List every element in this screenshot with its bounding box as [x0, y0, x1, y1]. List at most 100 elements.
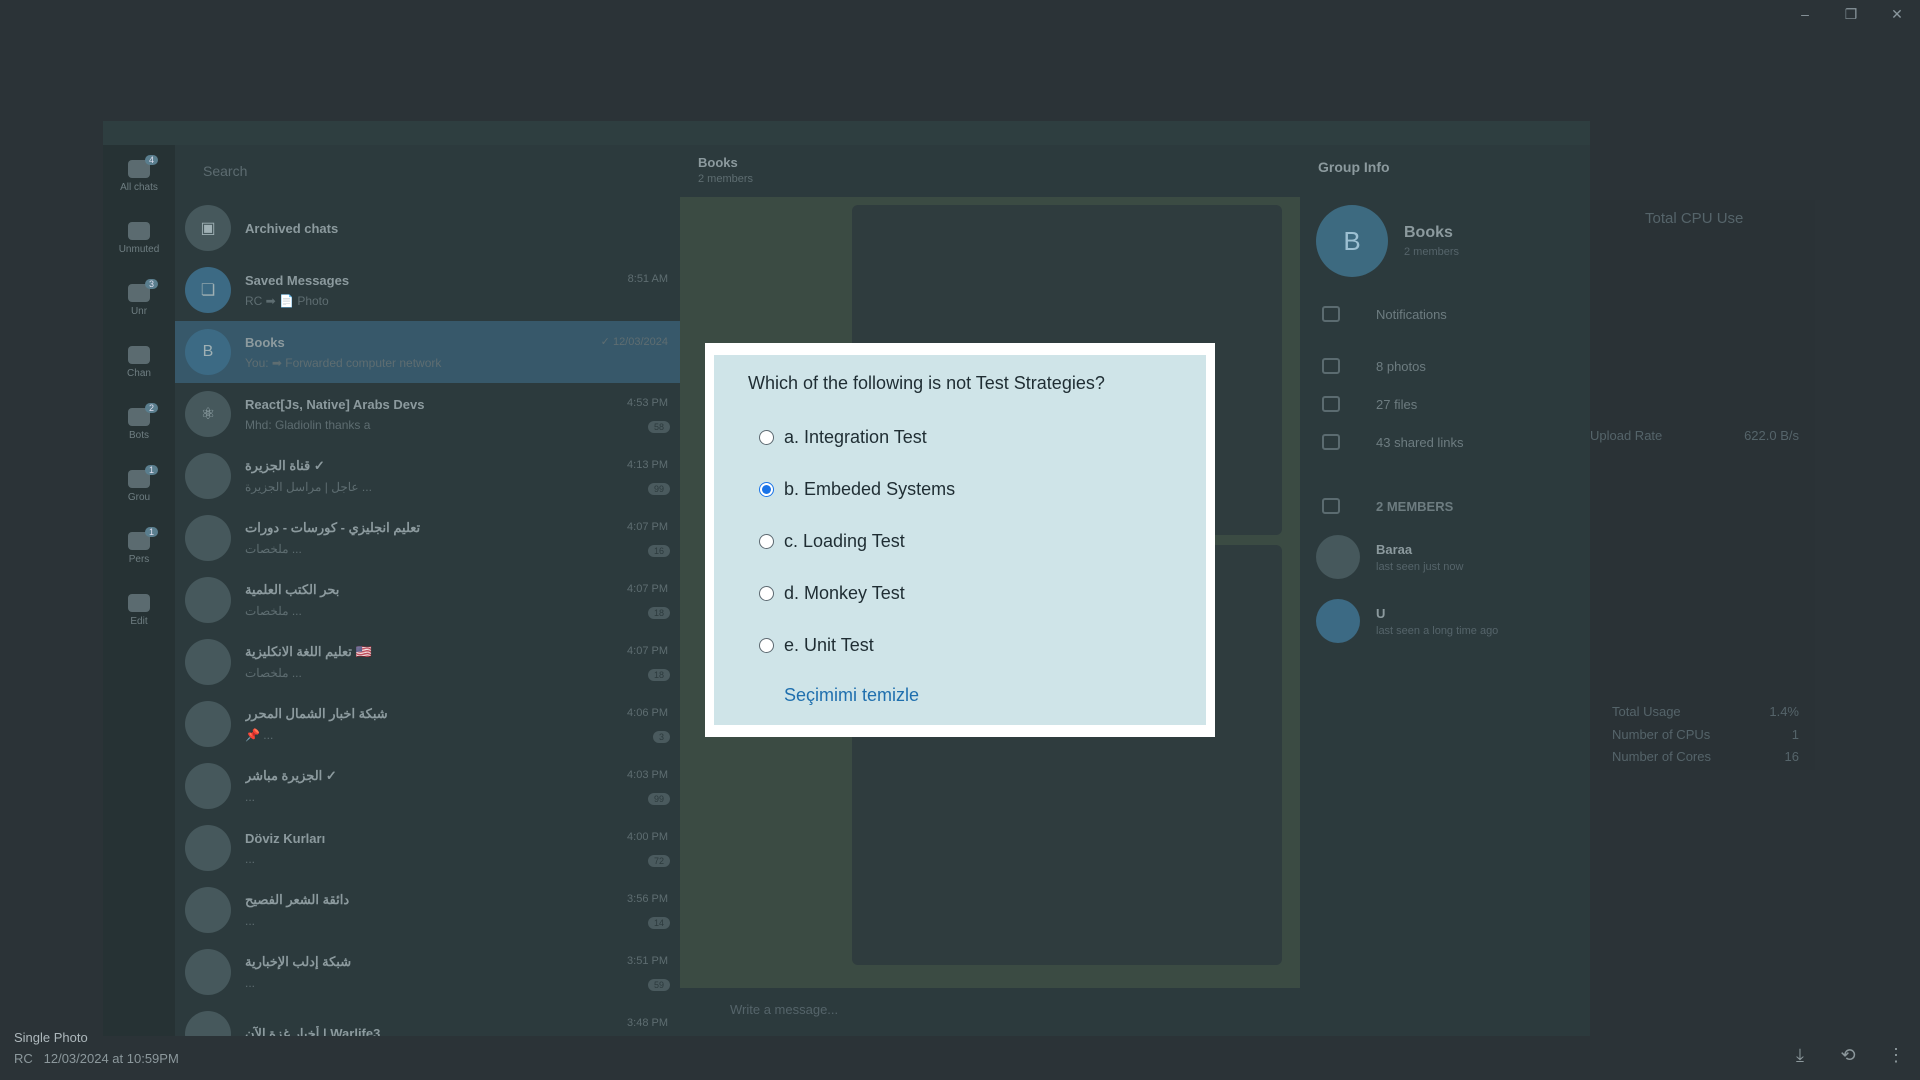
message-input[interactable]: Write a message... — [680, 988, 1300, 1036]
folder-label: Unr — [130, 305, 148, 317]
avatar — [185, 639, 231, 685]
folder-label: Grou — [127, 491, 151, 503]
viewer-meta: RC 12/03/2024 at 10:59PM — [14, 1051, 179, 1066]
tm-heading: Total CPU Use — [1645, 210, 1744, 227]
tm-cores-label: Number of Cores — [1612, 749, 1711, 764]
folder-label: Edit — [130, 615, 148, 627]
download-icon[interactable]: ⤓ — [1790, 1045, 1810, 1066]
avatar — [185, 453, 231, 499]
chat-preview: You: ➡ Forwarded computer network — [245, 355, 442, 370]
info-group-header: B Books 2 members — [1300, 187, 1590, 295]
radio-icon — [759, 637, 774, 653]
restore-icon[interactable]: ❐ — [1842, 6, 1860, 23]
chat-preview: RC ➡ 📄 Photo — [245, 293, 329, 308]
chat-time: 4:07 PM — [627, 645, 668, 657]
chat-item[interactable]: ⚛ React[Js, Native] Arabs Devs Mhd: Gladio… — [175, 383, 680, 445]
avatar — [185, 949, 231, 995]
photos-row[interactable]: 8 photos — [1300, 347, 1590, 385]
chat-item[interactable]: تعليم انجليزي - كورسات - دورات ملخصات ...… — [175, 507, 680, 569]
quiz-option-label: e. Unit Test — [784, 634, 874, 655]
chat-time: ✓ 12/03/2024 — [600, 336, 668, 348]
unread-badge: 14 — [647, 917, 670, 929]
folder-label: Unmuted — [118, 243, 160, 255]
avatar — [1316, 535, 1360, 579]
chat-item[interactable]: Döviz Kurları... 4:00 PM 72 — [175, 817, 680, 879]
close-icon[interactable]: ✕ — [1888, 6, 1906, 23]
chat-name: شبكة إدلب الإخبارية — [245, 954, 352, 969]
chat-item[interactable]: تعليم اللغة الانكليزية 🇺🇸 ملخصات ... 4:07 … — [175, 631, 680, 693]
members-header: 2 MEMBERS — [1300, 487, 1590, 525]
photo-icon — [1322, 358, 1340, 374]
member-item[interactable]: Ulast seen a long time ago — [1300, 589, 1590, 653]
quiz-option-b: b. Embeded Systems — [748, 463, 1172, 515]
edit-icon — [128, 593, 150, 612]
folder-bots[interactable]: 2 Bots — [103, 393, 175, 455]
file-icon — [1322, 396, 1340, 412]
quiz-screenshot: Which of the following is not Test Strat… — [714, 355, 1206, 725]
folder-badge: 4 — [145, 155, 159, 165]
chat-name: تعليم اللغة الانكليزية 🇺🇸 — [245, 644, 372, 659]
chat-time: 4:53 PM — [627, 397, 668, 409]
rotate-icon[interactable]: ⟲ — [1838, 1045, 1858, 1066]
chat-preview: ... — [245, 851, 256, 866]
folder-edit[interactable]: Edit — [103, 579, 175, 641]
files-row[interactable]: 27 files — [1300, 385, 1590, 423]
unread-badge: 3 — [652, 731, 670, 743]
chat-item[interactable]: دائقة الشعر الفصيح... 3:56 PM 14 — [175, 879, 680, 941]
files-label: 27 files — [1376, 396, 1418, 412]
clear-selection-link: Seçimimi temizle — [784, 685, 920, 705]
chat-name: تعليم انجليزي - كورسات - دورات — [245, 520, 421, 535]
chat-item[interactable]: الجزيرة مباشر ✓... 4:03 PM 99 — [175, 755, 680, 817]
avatar — [185, 515, 231, 561]
chat-preview: ملخصات ... — [245, 542, 302, 556]
folder-all-chats[interactable]: 4 All chats — [103, 145, 175, 207]
tm-upload-label: Upload Rate — [1590, 428, 1663, 443]
folder-groups[interactable]: 1 Grou — [103, 455, 175, 517]
chat-members: 2 members — [698, 173, 754, 185]
quiz-option-label: b. Embeded Systems — [784, 478, 956, 499]
chat-preview: ملخصات ... — [245, 604, 302, 618]
avatar: B — [1316, 205, 1388, 277]
notifications-label: Notifications — [1376, 306, 1447, 322]
chat-item[interactable]: قناة الجزيرة ✓ عاجل | مراسل الجزيرة ... 4:… — [175, 445, 680, 507]
folder-personal[interactable]: 1 Pers — [103, 517, 175, 579]
search-input[interactable]: Search — [175, 145, 680, 197]
bookmark-icon: ❏ — [185, 267, 231, 313]
chat-item[interactable]: شبكة إدلب الإخبارية... 3:51 PM 59 — [175, 941, 680, 1003]
radio-icon — [759, 585, 774, 601]
chat-time: 4:07 PM — [627, 583, 668, 595]
quiz-option-d: d. Monkey Test — [748, 567, 1172, 619]
quiz-option-label: c. Loading Test — [784, 530, 905, 551]
chat-time: 8:51 AM — [627, 273, 668, 285]
group-members: 2 members — [1404, 246, 1460, 258]
radio-checked-icon — [759, 481, 774, 497]
more-options-icon[interactable]: ⋮ — [1886, 1045, 1906, 1066]
member-item[interactable]: Baraa last seen just now — [1300, 525, 1590, 589]
chat-item[interactable]: بحر الكتب العلمية ملخصات ... 4:07 PM 18 — [175, 569, 680, 631]
chat-item[interactable]: ❏ Saved Messages RC ➡ 📄 Photo 8:51 AM — [175, 259, 680, 321]
chat-name: قناة الجزيرة ✓ — [245, 458, 325, 473]
archive-icon: ▣ — [185, 205, 231, 251]
chat-time: 3:48 PM — [627, 1017, 668, 1029]
chat-time: 4:06 PM — [627, 707, 668, 719]
quiz-option-label: a. Integration Test — [784, 426, 927, 447]
notifications-row[interactable]: Notifications — [1300, 295, 1590, 333]
links-row[interactable]: 43 shared links — [1300, 423, 1590, 461]
quiz-option-label: d. Monkey Test — [784, 582, 905, 603]
folder-channels[interactable]: Chan — [103, 331, 175, 393]
tm-usage-value: 1.4% — [1769, 704, 1799, 719]
chat-header[interactable]: Books 2 members — [680, 145, 1300, 197]
chat-item[interactable]: ▣ Archived chats — [175, 197, 680, 259]
chat-item[interactable]: أخبار غزة الآن | Warlife3 3:48 PM — [175, 1003, 680, 1036]
folder-unread[interactable]: 3 Unr — [103, 269, 175, 331]
minimize-icon[interactable]: – — [1796, 6, 1814, 23]
quiz-question: Which of the following is not Test Strat… — [748, 373, 1105, 393]
chat-item-books[interactable]: B Books You: ➡ Forwarded computer network ✓… — [175, 321, 680, 383]
chat-name: Archived chats — [245, 220, 339, 236]
radio-icon — [759, 533, 774, 549]
folder-label: Bots — [128, 429, 149, 441]
chat-time: 4:00 PM — [627, 831, 668, 843]
chat-item[interactable]: شبكة اخبار الشمال المحرر 📌 ... 4:06 PM 3 — [175, 693, 680, 755]
avatar: B — [185, 329, 231, 375]
folder-unmuted[interactable]: Unmuted — [103, 207, 175, 269]
